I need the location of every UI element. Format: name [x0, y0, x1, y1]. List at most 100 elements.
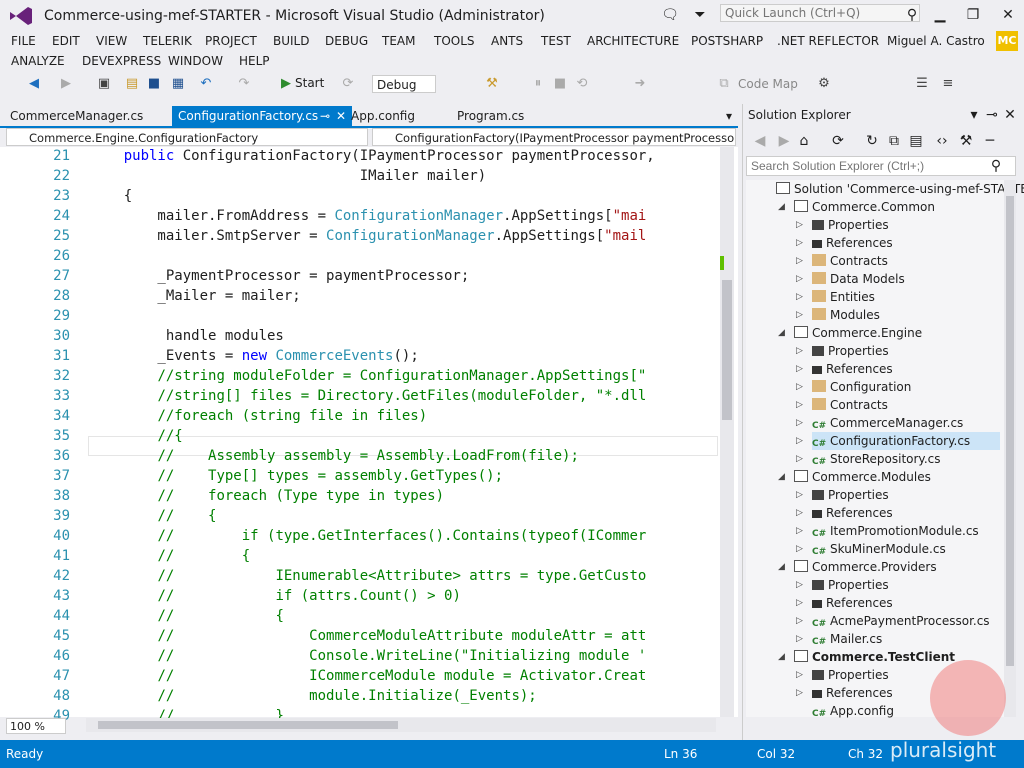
line-code[interactable]: //foreach (string file in files)	[90, 406, 718, 426]
line-code[interactable]: // {	[90, 506, 718, 526]
open-folder-icon[interactable]: ▤	[124, 76, 140, 92]
expand-arrow-icon[interactable]: ▷	[796, 522, 808, 540]
line-code[interactable]: //string moduleFolder = ConfigurationMan…	[90, 366, 718, 386]
menu-window[interactable]: WINDOW	[168, 54, 223, 68]
tree-node[interactable]: ▷ C# AcmePaymentProcessor.cs	[796, 612, 1000, 630]
start-button[interactable]: Start	[295, 76, 324, 90]
tree-node[interactable]: ▷ References	[796, 504, 1000, 522]
pause-icon[interactable]: ⏸	[530, 76, 546, 92]
expand-arrow-icon[interactable]: ▷	[796, 414, 808, 432]
tree-node[interactable]: ▷ References	[796, 234, 1000, 252]
collapse-all-icon[interactable]: ⧉	[884, 132, 904, 150]
line-code[interactable]: _Events = new CommerceEvents();	[90, 346, 718, 366]
step-icon[interactable]: ➜	[632, 76, 648, 92]
tree-node[interactable]: ▷ References	[796, 594, 1000, 612]
line-code[interactable]: // if (type.GetInterfaces().Contains(typ…	[90, 526, 718, 546]
menu-help[interactable]: HELP	[239, 54, 270, 68]
restart-icon[interactable]: ⟲	[574, 76, 590, 92]
restore-button[interactable]: ❐	[963, 6, 983, 24]
tree-node[interactable]: ▷ Data Models	[796, 270, 1000, 288]
tree-node[interactable]: ▷ C# ConfigurationFactory.cs	[796, 432, 1000, 450]
menu-project[interactable]: PROJECT	[205, 34, 257, 48]
line-code[interactable]: // {	[90, 606, 718, 626]
minus-icon[interactable]: ─	[980, 132, 1000, 150]
expand-arrow-icon[interactable]: ▷	[796, 288, 808, 306]
collapse-arrow-icon[interactable]: ◢	[778, 198, 790, 216]
line-code[interactable]: _Mailer = mailer;	[90, 286, 718, 306]
vertical-scrollbar[interactable]	[720, 147, 734, 717]
expand-arrow-icon[interactable]: ▷	[796, 504, 808, 522]
horizontal-scroll-thumb[interactable]	[98, 721, 398, 729]
expand-arrow-icon[interactable]: ▷	[796, 486, 808, 504]
back-icon[interactable]: ◀	[26, 76, 42, 92]
save-icon[interactable]: ■	[146, 76, 162, 92]
line-code[interactable]: // IEnumerable<Attribute> attrs = type.G…	[90, 566, 718, 586]
attach-icon[interactable]: ⚒	[484, 76, 500, 92]
se-search-icon[interactable]: ⚲	[986, 157, 1006, 175]
tree-node[interactable]: ▷ Contracts	[796, 396, 1000, 414]
tree-node[interactable]: ▷ References	[796, 360, 1000, 378]
save-all-icon[interactable]: ▦	[170, 76, 186, 92]
expand-arrow-icon[interactable]: ▷	[796, 342, 808, 360]
menu-file[interactable]: FILE	[11, 34, 36, 48]
tree-node[interactable]: ▷ Entities	[796, 288, 1000, 306]
expand-arrow-icon[interactable]: ▷	[796, 252, 808, 270]
tree-node[interactable]: ◢ Commerce.Modules	[778, 468, 1000, 486]
expand-arrow-icon[interactable]: ▷	[796, 630, 808, 648]
undo-icon[interactable]: ↶	[198, 76, 214, 92]
code-map-button[interactable]: Code Map	[738, 77, 798, 91]
menu-team[interactable]: TEAM	[382, 34, 415, 48]
quick-launch-input[interactable]	[720, 4, 920, 22]
expand-arrow-icon[interactable]: ▷	[796, 396, 808, 414]
user-name[interactable]: Miguel A. Castro	[887, 34, 985, 48]
expand-arrow-icon[interactable]: ▷	[796, 540, 808, 558]
menu-view[interactable]: VIEW	[96, 34, 127, 48]
tree-node[interactable]: ▷ C# ItemPromotionModule.cs	[796, 522, 1000, 540]
panel-menu-icon[interactable]: ▾	[964, 106, 984, 124]
expand-arrow-icon[interactable]: ▷	[796, 684, 808, 702]
line-code[interactable]: _PaymentProcessor = paymentProcessor;	[90, 266, 718, 286]
expand-arrow-icon[interactable]: ▷	[796, 216, 808, 234]
tree-node[interactable]: ▷ Contracts	[796, 252, 1000, 270]
start-icon[interactable]: ▶	[278, 76, 294, 92]
se-back-icon[interactable]: ◀	[750, 132, 770, 150]
expand-arrow-icon[interactable]: ▷	[796, 378, 808, 396]
close-panel-icon[interactable]: ✕	[1000, 106, 1020, 124]
new-project-icon[interactable]: ▣	[96, 76, 112, 92]
code-map-icon[interactable]: ⧉	[716, 76, 732, 92]
solution-search-input[interactable]	[746, 156, 1016, 176]
expand-arrow-icon[interactable]: ▷	[796, 270, 808, 288]
se-forward-icon[interactable]: ▶	[774, 132, 794, 150]
tree-node[interactable]: ◢ Commerce.Common	[778, 198, 1000, 216]
pin-icon[interactable]: ⊸	[320, 106, 330, 126]
expand-arrow-icon[interactable]: ▷	[796, 594, 808, 612]
line-code[interactable]: // module.Initialize(_Events);	[90, 686, 718, 706]
menu-architecture[interactable]: ARCHITECTURE	[587, 34, 679, 48]
menu-net-reflector[interactable]: .NET REFLECTOR	[777, 34, 879, 48]
tree-node[interactable]: ▷ Properties	[796, 576, 1000, 594]
expand-arrow-icon[interactable]: ▷	[796, 360, 808, 378]
collapse-arrow-icon[interactable]: ◢	[778, 558, 790, 576]
collapse-arrow-icon[interactable]: ◢	[778, 468, 790, 486]
align-icon[interactable]: ☰	[914, 76, 930, 92]
tools-icon[interactable]: ⚙	[816, 76, 832, 92]
line-code[interactable]: // if (attrs.Count() > 0)	[90, 586, 718, 606]
refresh-icon[interactable]: ⟳	[340, 76, 356, 92]
expand-arrow-icon[interactable]: ▷	[796, 432, 808, 450]
line-code[interactable]: // foreach (Type type in types)	[90, 486, 718, 506]
line-code[interactable]: //{	[90, 426, 718, 446]
tree-node[interactable]: ▷ Properties	[796, 342, 1000, 360]
close-button[interactable]: ✕	[998, 6, 1018, 24]
search-icon[interactable]: ⚲	[902, 6, 922, 24]
pin-panel-icon[interactable]: ⊸	[982, 106, 1002, 124]
line-code[interactable]: mailer.FromAddress = ConfigurationManage…	[90, 206, 718, 226]
indent-icon[interactable]: ≡	[940, 76, 956, 92]
line-code[interactable]: // Type[] types = assembly.GetTypes();	[90, 466, 718, 486]
tab-program[interactable]: Program.cs	[451, 106, 530, 126]
properties-icon[interactable]: ⚒	[956, 132, 976, 150]
home-icon[interactable]: ⌂	[794, 132, 814, 150]
menu-telerik[interactable]: TELERIK	[143, 34, 192, 48]
line-code[interactable]: public ConfigurationFactory(IPaymentProc…	[90, 146, 718, 166]
user-avatar[interactable]: MC	[996, 31, 1018, 51]
tree-node[interactable]: ◢ Commerce.Engine	[778, 324, 1000, 342]
